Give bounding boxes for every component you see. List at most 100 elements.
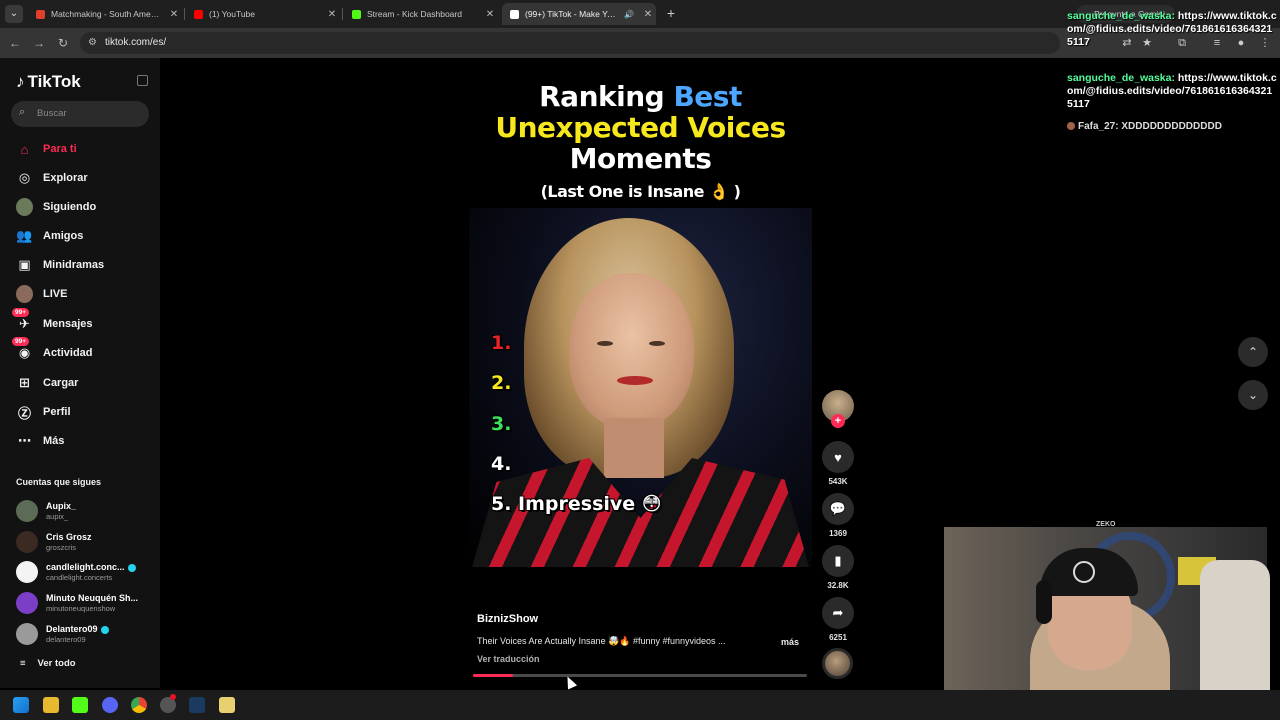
following-account[interactable]: candlelight.conc... candlelight.concerts bbox=[16, 560, 156, 586]
following-avatar-icon bbox=[16, 198, 33, 216]
account-name: Minuto Neuquén Sh... bbox=[46, 593, 138, 603]
nav-label: Cargar bbox=[43, 377, 79, 389]
nav-explorar[interactable]: ◎ Explorar bbox=[16, 167, 156, 189]
share-count: 6251 bbox=[829, 633, 847, 642]
activity-icon: ◉ 99+ bbox=[12, 336, 33, 362]
close-tab-icon[interactable]: ✕ bbox=[324, 9, 340, 20]
tiktok-note-icon: ♪ bbox=[16, 72, 25, 91]
reload-icon[interactable]: ↻ bbox=[54, 34, 72, 52]
messages-badge: 99+ bbox=[12, 307, 30, 317]
save-count: 32.8K bbox=[827, 581, 849, 590]
nav-actividad[interactable]: ◉ 99+ Actividad bbox=[12, 336, 156, 364]
follow-plus-icon[interactable]: + bbox=[831, 414, 845, 428]
chat-user: sanguche_de_waska: bbox=[1067, 72, 1175, 84]
nav-siguiendo[interactable]: Siguiendo bbox=[16, 196, 156, 218]
account-handle: minutoneuquenshow bbox=[46, 604, 116, 613]
obs-icon[interactable] bbox=[160, 694, 176, 713]
following-account[interactable]: Aupix_ aupix_ bbox=[16, 499, 156, 525]
comment-button[interactable]: 💬 1369 bbox=[821, 493, 855, 538]
forward-icon[interactable]: → bbox=[30, 34, 48, 52]
file-explorer-icon[interactable] bbox=[43, 697, 59, 713]
discord-icon[interactable] bbox=[102, 697, 118, 713]
tab-title: (1) YouTube bbox=[209, 9, 255, 19]
music-disc-icon[interactable] bbox=[822, 648, 853, 679]
new-tab-icon[interactable]: + bbox=[664, 5, 678, 21]
video-title-line2: Unexpected Voices bbox=[495, 111, 786, 144]
close-tab-icon[interactable]: ✕ bbox=[482, 9, 498, 20]
account-name: Delantero09 bbox=[46, 624, 109, 634]
see-all-label: Ver todo bbox=[37, 658, 76, 669]
video-title-line1: Ranking Best bbox=[469, 80, 812, 113]
windows-start-icon[interactable] bbox=[13, 697, 29, 713]
video-title-ranking: Ranking bbox=[539, 80, 665, 113]
nav-live[interactable]: LIVE bbox=[16, 283, 156, 305]
tab-title: (99+) TikTok - Make Your Day bbox=[525, 9, 619, 19]
save-button[interactable]: ▮ 32.8K bbox=[821, 545, 855, 590]
previous-video-button[interactable]: ⌃ bbox=[1238, 337, 1268, 367]
nav-label: LIVE bbox=[43, 288, 68, 300]
comment-icon: 💬 bbox=[822, 493, 854, 525]
speaker-icon[interactable]: 🔊 bbox=[624, 10, 634, 19]
nav-mas[interactable]: ⋯ Más bbox=[16, 430, 156, 452]
account-name: Aupix_ bbox=[46, 501, 77, 511]
browser-tab-matchmaking[interactable]: Matchmaking - South America ✕ bbox=[28, 3, 182, 25]
omnibox[interactable]: ⚙ tiktok.com/es/ bbox=[80, 32, 1060, 54]
nav-label: Siguiendo bbox=[43, 201, 97, 213]
browser-tab-youtube[interactable]: (1) YouTube ✕ bbox=[186, 3, 340, 25]
nav-label: Minidramas bbox=[43, 259, 105, 271]
nav-perfil[interactable]: Ⓩ Perfil bbox=[16, 401, 156, 423]
browser-tab-tiktok[interactable]: (99+) TikTok - Make Your Day 🔊 ✕ bbox=[502, 3, 656, 25]
rank-item-4: 4. bbox=[491, 453, 512, 475]
url-text[interactable]: tiktok.com/es/ bbox=[105, 37, 166, 48]
kick-app-icon[interactable] bbox=[72, 697, 88, 713]
video-player[interactable]: Ranking Best Unexpected Voices Moments (… bbox=[469, 58, 812, 567]
following-account[interactable]: Minuto Neuquén Sh... minutoneuquenshow bbox=[16, 591, 156, 617]
nav-mensajes[interactable]: ✈ 99+ Mensajes bbox=[12, 307, 156, 335]
steam-icon[interactable] bbox=[189, 697, 205, 713]
chat-message: sanguche_de_waska: https://www.tiktok.co… bbox=[1067, 10, 1277, 49]
collapse-sidebar-icon[interactable] bbox=[137, 75, 148, 86]
next-video-button[interactable]: ⌄ bbox=[1238, 380, 1268, 410]
video-progress-bar[interactable] bbox=[473, 674, 807, 677]
account-handle: delantero09 bbox=[46, 635, 86, 644]
profile-icon: Ⓩ bbox=[17, 405, 31, 421]
see-all-link[interactable]: ≡ Ver todo bbox=[20, 658, 76, 669]
nav-label: Perfil bbox=[43, 406, 71, 418]
nav-para-ti[interactable]: ⌂ Para ti bbox=[16, 138, 156, 160]
video-progress-fill bbox=[473, 674, 514, 677]
close-tab-icon[interactable]: ✕ bbox=[166, 9, 182, 20]
following-account[interactable]: Cris Grosz groszcris bbox=[16, 530, 156, 556]
nav-cargar[interactable]: ⊞ Cargar bbox=[16, 372, 156, 394]
search-placeholder: Buscar bbox=[37, 108, 67, 119]
chrome-icon[interactable] bbox=[131, 697, 147, 713]
rank-item-2: 2. bbox=[491, 372, 512, 394]
translate-link[interactable]: Ver traducción bbox=[477, 654, 540, 664]
search-icon: ⌕ bbox=[19, 106, 26, 118]
tiktok-logo[interactable]: ♪ TikTok bbox=[16, 72, 81, 92]
avatar bbox=[16, 623, 38, 645]
notes-app-icon[interactable] bbox=[219, 697, 235, 713]
following-account[interactable]: Delantero09 delantero09 bbox=[16, 622, 156, 648]
site-settings-icon[interactable]: ⚙ bbox=[88, 37, 97, 48]
like-button[interactable]: ♥ 543K bbox=[821, 441, 855, 486]
back-icon[interactable]: ← bbox=[6, 34, 24, 52]
share-icon: ➦ bbox=[822, 597, 854, 629]
share-button[interactable]: ➦ 6251 bbox=[821, 597, 855, 642]
tab-search-icon[interactable]: ⌄ bbox=[5, 5, 23, 23]
nav-amigos[interactable]: 👥 Amigos bbox=[16, 225, 156, 247]
video-author[interactable]: BiznizShow bbox=[477, 613, 538, 625]
chevron-up-icon: ⌃ bbox=[1247, 345, 1259, 359]
chat-message: sanguche_de_waska: https://www.tiktok.co… bbox=[1067, 72, 1277, 111]
windows-taskbar bbox=[0, 690, 1280, 720]
more-button[interactable]: más bbox=[781, 637, 799, 647]
nav-minidramas[interactable]: ▣ Minidramas bbox=[16, 254, 156, 276]
close-tab-icon[interactable]: ✕ bbox=[640, 9, 656, 20]
heart-icon: ♥ bbox=[822, 441, 854, 473]
video-lips bbox=[617, 376, 653, 385]
avatar bbox=[16, 561, 38, 583]
brand-name: TikTok bbox=[27, 72, 81, 91]
browser-tab-kick[interactable]: Stream - Kick Dashboard ✕ bbox=[344, 3, 498, 25]
video-subtitle: (Last One is Insane 👌 ) bbox=[540, 182, 741, 201]
search-input[interactable]: ⌕ Buscar bbox=[11, 101, 149, 127]
chevron-down-icon: ⌄ bbox=[1247, 388, 1259, 402]
